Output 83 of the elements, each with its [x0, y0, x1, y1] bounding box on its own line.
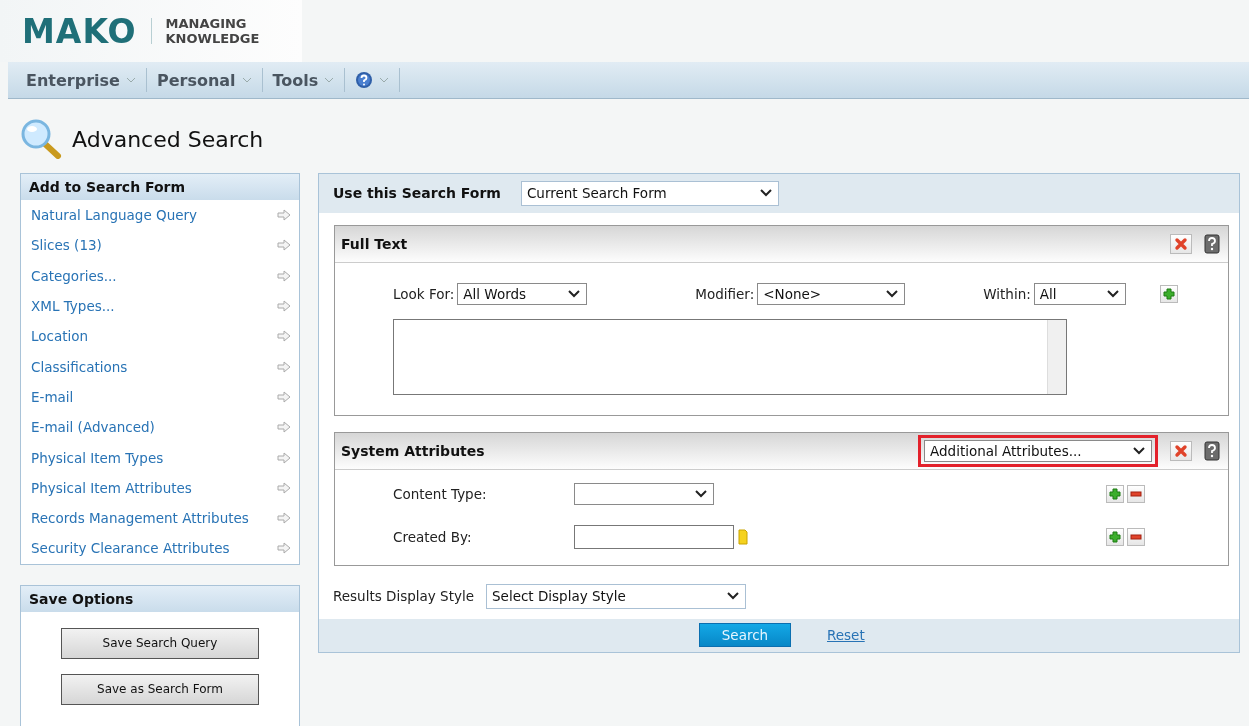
- dropdown[interactable]: All Words: [457, 282, 588, 305]
- page-title: Advanced Search: [72, 126, 264, 152]
- save-button[interactable]: Save Search Query: [61, 627, 259, 659]
- field-label: Modifier:: [695, 285, 755, 302]
- chevron-icon: [885, 288, 900, 299]
- remove-button[interactable]: [1127, 528, 1145, 547]
- arrow-icon: [277, 330, 291, 343]
- nav-menu[interactable]: Tools: [262, 70, 345, 90]
- sidebar-link[interactable]: Physical Item Types: [31, 449, 164, 466]
- sidebar-link[interactable]: Categories...: [31, 267, 117, 284]
- search-button[interactable]: Search: [699, 623, 791, 648]
- section-title: System Attributes: [341, 442, 486, 459]
- plus-icon: [1162, 287, 1175, 300]
- close-icon: [1174, 236, 1188, 251]
- add-button[interactable]: [1159, 284, 1178, 303]
- help-icon: [355, 71, 374, 89]
- dropdown[interactable]: Select Display Style: [486, 583, 746, 609]
- save-button[interactable]: Save as Search Form: [61, 673, 259, 705]
- chevron-icon: [1105, 288, 1120, 299]
- arrow-icon: [277, 209, 291, 222]
- caret-icon: [241, 77, 252, 83]
- sidebar-link[interactable]: Slices (13): [31, 237, 102, 254]
- arrow-icon: [277, 239, 291, 252]
- field-label: Use this Search Form: [333, 185, 501, 202]
- sidebar-link[interactable]: E-mail (Advanced): [31, 419, 155, 436]
- reset-link[interactable]: Reset: [827, 627, 865, 644]
- field-label: Within:: [983, 285, 1031, 302]
- nav-menu[interactable]: Personal: [146, 70, 262, 90]
- remove-button[interactable]: [1127, 485, 1145, 504]
- add-button[interactable]: [1106, 528, 1124, 547]
- text-area[interactable]: [393, 318, 1067, 395]
- arrow-icon: [277, 390, 291, 403]
- close-icon: [1174, 443, 1188, 458]
- plus-icon: [1109, 488, 1121, 501]
- sidebar-link[interactable]: XML Types...: [31, 298, 115, 315]
- arrow-icon: [277, 269, 291, 282]
- logo-wordmark: MAKO: [22, 11, 137, 51]
- remove-button[interactable]: [1170, 233, 1192, 254]
- arrow-icon: [277, 512, 291, 525]
- chevron-icon: [758, 188, 773, 199]
- logo-tagline: MANAGING: [165, 16, 248, 31]
- plus-icon: [1109, 531, 1121, 544]
- input-field[interactable]: [574, 525, 734, 550]
- nav-menu[interactable]: Enterprise: [16, 70, 146, 90]
- chevron-icon: [726, 591, 740, 602]
- sidebar-link[interactable]: Location: [31, 328, 89, 345]
- caret-icon: [379, 77, 390, 83]
- dropdown[interactable]: Additional Attributes...: [924, 439, 1152, 462]
- remove-button[interactable]: [1170, 440, 1192, 461]
- arrow-icon: [277, 421, 291, 434]
- panel-header: Add to Search Form: [21, 174, 299, 200]
- dropdown[interactable]: <None>: [757, 282, 906, 305]
- caret-icon: [324, 77, 335, 83]
- dropdown[interactable]: [574, 483, 714, 506]
- field-label: Look For:: [393, 285, 455, 302]
- chevron-icon: [694, 489, 708, 500]
- arrow-icon: [277, 451, 291, 464]
- help-icon[interactable]: [1204, 233, 1220, 254]
- arrow-icon: [277, 360, 291, 373]
- chevron-icon: [1132, 445, 1146, 456]
- magnifier-icon: [20, 119, 62, 159]
- arrow-icon: [277, 300, 291, 313]
- sidebar-link[interactable]: Security Clearance Attributes: [31, 540, 230, 557]
- sidebar-link[interactable]: Classifications: [31, 358, 128, 375]
- arrow-icon: [277, 481, 291, 494]
- logo-tagline: KNOWLEDGE: [165, 31, 260, 46]
- field-label: Content Type:: [392, 486, 488, 503]
- dropdown[interactable]: Current Search Form: [520, 180, 779, 206]
- sidebar-link[interactable]: Records Management Attributes: [31, 510, 249, 527]
- caret-icon: [125, 77, 136, 83]
- panel-header: Save Options: [21, 585, 299, 612]
- section-title: Full Text: [341, 235, 409, 252]
- arrow-icon: [277, 542, 291, 555]
- dropdown[interactable]: All: [1033, 282, 1126, 305]
- add-button[interactable]: [1106, 485, 1124, 504]
- field-label: Results Display Style: [333, 588, 474, 605]
- scroll-bar[interactable]: [1047, 319, 1066, 394]
- sidebar-link[interactable]: Physical Item Attributes: [31, 479, 192, 496]
- sidebar-link[interactable]: Natural Language Query: [31, 207, 198, 224]
- sidebar-link[interactable]: E-mail: [31, 388, 74, 405]
- help-icon[interactable]: [1204, 440, 1220, 461]
- chevron-icon: [567, 288, 582, 299]
- field-label: Created By:: [392, 529, 473, 546]
